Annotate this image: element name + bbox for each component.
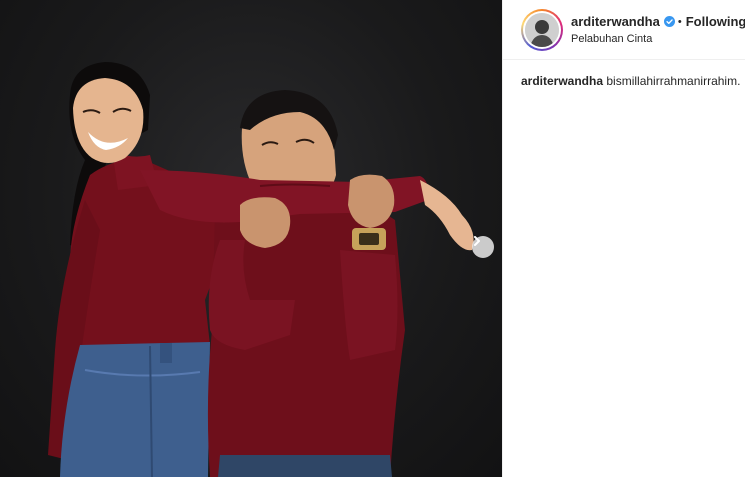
chevron-right-icon — [474, 236, 480, 246]
avatar[interactable] — [525, 12, 559, 47]
following-button[interactable]: Following — [686, 14, 745, 29]
story-ring[interactable] — [521, 8, 563, 51]
post-header: arditerwandha • Following Pelabuhan Cint… — [503, 0, 745, 60]
separator-dot: • — [677, 15, 682, 28]
username-link[interactable]: arditerwandha — [571, 14, 660, 29]
post-sidebar: arditerwandha • Following Pelabuhan Cint… — [502, 0, 745, 477]
avatar-image — [525, 12, 559, 47]
caption-username-link[interactable]: arditerwandha — [521, 74, 603, 88]
instagram-post: arditerwandha • Following Pelabuhan Cint… — [0, 0, 745, 477]
location-link[interactable]: Pelabuhan Cinta — [571, 33, 745, 45]
verified-badge-icon — [663, 16, 675, 27]
post-photo[interactable] — [0, 0, 502, 477]
photo-illustration — [48, 62, 474, 477]
caption-text: bismillahirrahmanirrahim. — [606, 74, 741, 88]
post-caption: arditerwandha bismillahirrahmanirrahim. — [503, 60, 745, 89]
carousel-next-button[interactable] — [472, 236, 494, 258]
